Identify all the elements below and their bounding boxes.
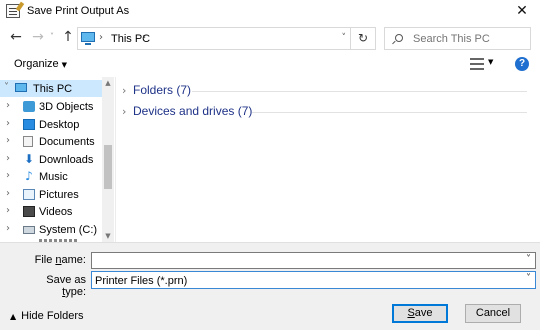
view-line xyxy=(470,58,484,60)
chevron-right-icon[interactable]: › xyxy=(6,170,10,181)
address-dropdown-icon[interactable]: ˅ xyxy=(342,33,347,43)
sidebar-item-label: Videos xyxy=(39,206,73,218)
chevron-right-icon: › xyxy=(122,84,127,97)
desktop-icon xyxy=(23,119,35,130)
label-part: Save as xyxy=(46,274,86,286)
address-bar[interactable]: › This PC › ˅ xyxy=(77,27,351,50)
back-button[interactable]: ← xyxy=(6,27,26,47)
sidebar-item-label: System (C:) xyxy=(39,224,98,236)
file-name-field[interactable]: ˅ xyxy=(91,252,536,269)
save-label: ave xyxy=(414,307,433,319)
save-form: File name: ˅ Save as type: Printer Files… xyxy=(0,242,540,330)
file-name-label: File name: xyxy=(26,254,86,266)
drive-icon xyxy=(23,226,35,234)
documents-icon xyxy=(23,136,33,147)
organize-label: Organize xyxy=(14,58,59,70)
scroll-down-icon[interactable]: ▼ xyxy=(102,230,114,242)
sidebar-scrollbar[interactable]: ▲ ▼ xyxy=(102,77,114,242)
chevron-right-icon[interactable]: › xyxy=(6,153,10,164)
hide-folders-button[interactable]: ▲ Hide Folders xyxy=(10,310,84,322)
command-toolbar: Organize ▼ ▼ ? xyxy=(0,53,540,76)
chevron-right-icon[interactable]: › xyxy=(6,205,10,216)
help-button[interactable]: ? xyxy=(515,57,529,71)
chevron-down-icon[interactable]: ˅ xyxy=(526,254,531,265)
sidebar-item-label: 3D Objects xyxy=(39,101,94,113)
forward-button[interactable]: → xyxy=(28,27,48,47)
label-part: ame: xyxy=(61,254,86,266)
scroll-thumb[interactable] xyxy=(104,145,112,189)
sidebar-item-videos[interactable]: › Videos xyxy=(0,203,102,220)
scroll-up-icon[interactable]: ▲ xyxy=(102,77,114,89)
save-accelerator: S xyxy=(407,307,415,319)
sidebar-item-system-c[interactable]: › System (C:) xyxy=(0,221,102,238)
sidebar-item-desktop[interactable]: › Desktop xyxy=(0,116,102,133)
hide-folders-label: Hide Folders xyxy=(21,310,84,322)
save-as-type-value: Printer Files (*.prn) xyxy=(95,275,188,287)
file-name-input[interactable] xyxy=(94,254,514,267)
label-part: ype: xyxy=(65,286,86,298)
chevron-right-icon[interactable]: › xyxy=(6,223,10,234)
pc-icon xyxy=(15,83,27,92)
music-icon: ♪ xyxy=(25,169,33,183)
view-dropdown-icon[interactable]: ▼ xyxy=(488,58,493,66)
group-divider xyxy=(252,112,527,113)
view-line xyxy=(470,68,484,70)
sidebar-item-label: Music xyxy=(39,171,68,183)
group-header-label: Folders (7) xyxy=(133,83,192,97)
recent-locations-button[interactable]: ˅ xyxy=(46,27,58,47)
printer-file-icon xyxy=(6,4,20,18)
group-folders[interactable]: › Folders (7) xyxy=(122,82,532,100)
refresh-button[interactable]: ↻ xyxy=(351,27,376,50)
sidebar-item-3d-objects[interactable]: › 3D Objects xyxy=(0,98,102,115)
navigation-pane: ˅ This PC › 3D Objects › Desktop › Docum… xyxy=(0,77,114,242)
search-input[interactable] xyxy=(413,32,525,46)
up-button[interactable]: ↑ xyxy=(58,27,78,47)
pictures-icon xyxy=(23,189,35,200)
file-list-pane: › Folders (7) › Devices and drives (7) xyxy=(115,77,540,242)
navigation-bar: ← → ˅ ↑ › This PC › ˅ ↻ xyxy=(0,23,540,53)
close-button[interactable]: ✕ xyxy=(508,0,536,22)
chevron-right-icon[interactable]: › xyxy=(6,100,10,111)
videos-icon xyxy=(23,206,35,217)
window-title: Save Print Output As xyxy=(27,5,130,17)
search-icon xyxy=(395,34,403,42)
cancel-button[interactable]: Cancel xyxy=(465,304,521,323)
downloads-icon: ⬇ xyxy=(23,152,35,166)
group-divider xyxy=(192,91,527,92)
pc-icon xyxy=(81,32,95,45)
breadcrumb-chevron-icon[interactable]: › xyxy=(142,32,146,43)
view-line xyxy=(470,63,484,65)
sidebar-item-documents[interactable]: › Documents xyxy=(0,133,102,150)
group-header-label: Devices and drives (7) xyxy=(133,104,253,118)
sidebar-item-label: Documents xyxy=(39,136,95,148)
chevron-right-icon: › xyxy=(122,105,127,118)
sidebar-item-label: Pictures xyxy=(39,189,79,201)
save-button[interactable]: Save xyxy=(392,304,448,323)
sidebar-item-music[interactable]: › ♪ Music xyxy=(0,168,102,185)
save-as-type-select[interactable]: Printer Files (*.prn) ˅ xyxy=(91,271,536,289)
sidebar-item-downloads[interactable]: › ⬇ Downloads xyxy=(0,151,102,168)
chevron-right-icon[interactable]: › xyxy=(6,118,10,129)
chevron-right-icon[interactable]: › xyxy=(6,188,10,199)
sidebar-item-pictures[interactable]: › Pictures xyxy=(0,186,102,203)
save-as-type-label: Save as type: xyxy=(26,274,86,298)
sidebar-item-label: This PC xyxy=(33,83,73,95)
sidebar-item-this-pc[interactable]: ˅ This PC xyxy=(0,80,102,97)
sidebar-item-label: Downloads xyxy=(39,154,94,166)
title-bar: Save Print Output As ✕ xyxy=(0,0,540,22)
view-options-icon[interactable] xyxy=(470,58,484,70)
caret-down-icon: ▼ xyxy=(61,61,68,69)
organize-button[interactable]: Organize ▼ xyxy=(14,58,67,70)
chevron-right-icon[interactable]: › xyxy=(6,135,10,146)
breadcrumb-chevron-icon[interactable]: › xyxy=(99,32,103,43)
3d-objects-icon xyxy=(23,101,35,112)
group-devices-and-drives[interactable]: › Devices and drives (7) xyxy=(122,103,532,121)
search-box[interactable] xyxy=(384,27,531,50)
label-part: File xyxy=(34,254,56,266)
sidebar-item-label: Desktop xyxy=(39,119,80,131)
chevron-down-icon[interactable]: ˅ xyxy=(526,273,531,284)
chevron-down-icon[interactable]: ˅ xyxy=(4,82,9,93)
caret-up-icon: ▲ xyxy=(10,312,17,321)
